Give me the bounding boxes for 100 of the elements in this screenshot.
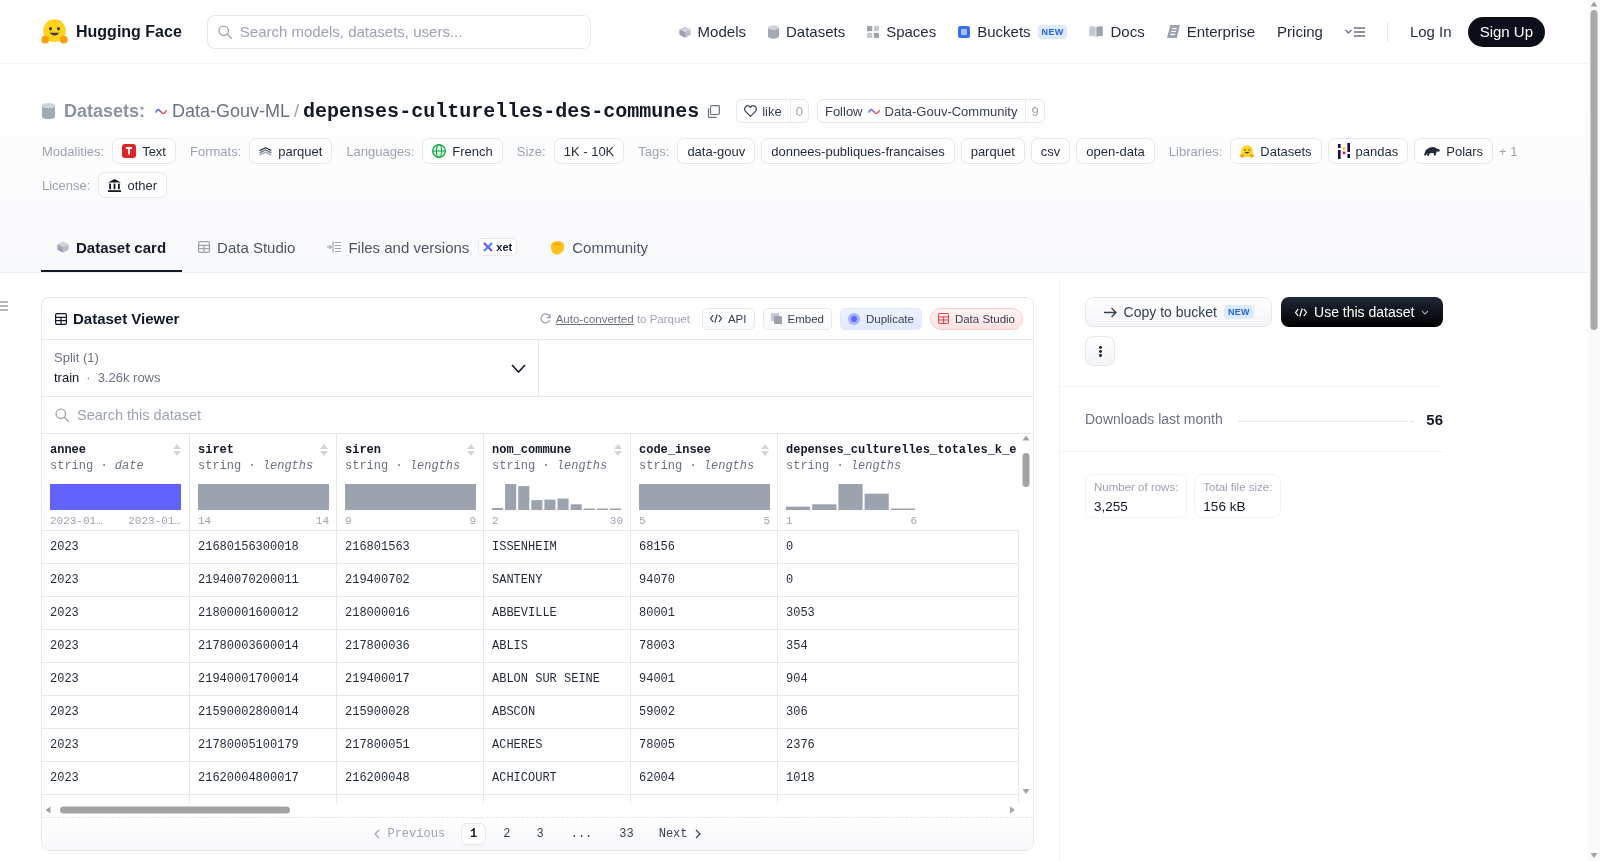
use-dataset-button[interactable]: Use this dataset bbox=[1281, 297, 1443, 327]
table-cell: 94070 bbox=[631, 564, 778, 597]
menu-icon[interactable] bbox=[0, 301, 8, 311]
caret-down-icon bbox=[1421, 309, 1430, 315]
tag-chip[interactable]: other bbox=[98, 172, 168, 198]
table-cell: ABLON SUR SEINE bbox=[484, 663, 631, 696]
owner-link[interactable]: Data-Gouv-ML bbox=[155, 100, 291, 122]
sort-icon[interactable] bbox=[614, 444, 622, 456]
tag-chip[interactable]: csv bbox=[1030, 138, 1071, 164]
tag-chip[interactable]: data-gouv bbox=[677, 138, 756, 164]
nav-link[interactable]: Models bbox=[678, 23, 746, 40]
viewer-action-button[interactable]: Embed bbox=[762, 307, 832, 330]
dataset-name-link[interactable]: depenses-culturelles-des-communes bbox=[303, 99, 700, 123]
column-header[interactable]: siren string · lengths 9 9 bbox=[337, 434, 484, 531]
table-cell: 21940070200011 bbox=[190, 564, 337, 597]
viewer-action-button[interactable]: API bbox=[701, 307, 755, 330]
nav-link[interactable]: Docs bbox=[1089, 23, 1145, 40]
table-cell: 2023 bbox=[42, 630, 190, 663]
follower-count: 9 bbox=[1025, 100, 1044, 122]
sort-icon[interactable] bbox=[761, 444, 769, 456]
menu-icon[interactable] bbox=[1344, 26, 1365, 37]
table-cell: 216200048 bbox=[337, 762, 484, 795]
copy-icon[interactable] bbox=[707, 104, 721, 118]
bars-icon bbox=[1337, 143, 1350, 159]
column-header[interactable]: nom_commune string · lengths 2 30 bbox=[484, 434, 631, 531]
signup-button[interactable]: Sign Up bbox=[1467, 16, 1545, 47]
tag-chip[interactable]: French bbox=[422, 138, 503, 164]
nav-link[interactable]: Spaces bbox=[867, 23, 937, 40]
path-separator: / bbox=[294, 100, 300, 122]
bear-icon bbox=[1424, 146, 1441, 156]
stat-label: Number of rows: bbox=[1094, 480, 1179, 495]
table-cell: 217800051 bbox=[337, 729, 484, 762]
section-label: Datasets: bbox=[64, 100, 146, 122]
viewer-title: Dataset Viewer bbox=[73, 310, 180, 327]
table-cell: 216801563 bbox=[337, 531, 484, 564]
table-cell: 219400702 bbox=[337, 564, 484, 597]
emoji-icon bbox=[549, 239, 566, 255]
arrow-right-icon bbox=[1103, 306, 1117, 318]
tag-chip[interactable]: 1K - 10K bbox=[553, 138, 625, 164]
tag-chip[interactable]: parquet bbox=[249, 138, 333, 164]
downloads-count: 56 bbox=[1426, 410, 1443, 428]
tab[interactable]: Community bbox=[533, 224, 665, 272]
table-cell: 2023 bbox=[42, 531, 190, 564]
tag-chip[interactable]: pandas bbox=[1327, 138, 1409, 164]
tab[interactable]: Files and versions xet bbox=[311, 224, 534, 272]
tab[interactable]: Data Studio bbox=[182, 224, 312, 272]
file-list-icon bbox=[327, 241, 342, 253]
page-button[interactable]: 2 bbox=[494, 823, 520, 845]
table-cell: 217800036 bbox=[337, 630, 484, 663]
table-cell: 59002 bbox=[631, 696, 778, 729]
sort-icon[interactable] bbox=[173, 444, 181, 456]
tag-chip[interactable]: open-data bbox=[1076, 138, 1155, 164]
stat-label: Total file size: bbox=[1203, 480, 1273, 495]
metadata-label: Modalities: bbox=[42, 143, 105, 159]
tag-chip[interactable]: parquet bbox=[960, 138, 1025, 164]
cube-icon bbox=[57, 241, 69, 253]
follow-button[interactable]: Follow Data-Gouv-Community 9 bbox=[816, 99, 1045, 123]
table-cell: 21620004800017 bbox=[190, 762, 337, 795]
table-cell: SANTENY bbox=[484, 564, 631, 597]
table-icon bbox=[937, 313, 949, 324]
circle-icon bbox=[847, 312, 860, 325]
next-page-button[interactable]: Next bbox=[650, 827, 709, 841]
globe-icon bbox=[432, 144, 447, 158]
sort-icon[interactable] bbox=[467, 444, 475, 456]
nav-link[interactable]: Buckets NEW bbox=[958, 23, 1068, 40]
like-button[interactable]: like 0 bbox=[736, 99, 809, 123]
nav-link[interactable]: Pricing bbox=[1277, 23, 1323, 40]
chevron-left-icon bbox=[374, 829, 381, 839]
page-button[interactable]: 3 bbox=[527, 823, 553, 845]
viewer-action-button[interactable]: Duplicate bbox=[839, 307, 922, 330]
brand-link[interactable]: Hugging Face bbox=[41, 19, 182, 44]
x-mark-icon bbox=[483, 242, 494, 252]
search-field[interactable]: Search models, datasets, users... bbox=[206, 14, 591, 49]
tag-chip[interactable]: Text bbox=[112, 138, 176, 164]
code-icon bbox=[709, 314, 722, 323]
table-cell: 78003 bbox=[631, 630, 778, 663]
book-icon bbox=[1089, 26, 1104, 37]
nav-link[interactable]: Datasets bbox=[767, 23, 846, 40]
sort-icon[interactable] bbox=[320, 444, 328, 456]
nav-link[interactable]: Enterprise bbox=[1166, 23, 1256, 40]
auto-converted-link[interactable]: Auto-converted bbox=[555, 312, 634, 325]
new-badge: NEW bbox=[1223, 305, 1254, 319]
viewer-action-button[interactable]: Data Studio bbox=[929, 307, 1023, 330]
page-button[interactable]: 33 bbox=[610, 823, 643, 845]
more-options-button[interactable] bbox=[1085, 336, 1115, 366]
tag-chip[interactable]: Datasets bbox=[1230, 138, 1322, 164]
metadata-label: Languages: bbox=[346, 143, 415, 159]
tag-chip[interactable]: Polars bbox=[1414, 138, 1494, 164]
login-link[interactable]: Log In bbox=[1409, 23, 1452, 40]
page-button[interactable]: 1 bbox=[461, 823, 487, 845]
column-header[interactable]: siret string · lengths 14 14 bbox=[190, 434, 337, 531]
tab[interactable]: Dataset card bbox=[41, 224, 183, 272]
column-header[interactable]: code_insee string · lengths 5 5 bbox=[631, 434, 778, 531]
layers-icon bbox=[259, 146, 273, 156]
page-gap: ... bbox=[569, 827, 594, 841]
copy-to-bucket-button[interactable]: Copy to bucket NEW bbox=[1085, 297, 1273, 327]
tag-chip[interactable]: donnees-publiques-francaises bbox=[761, 138, 955, 164]
chevron-right-icon bbox=[694, 829, 701, 839]
column-header[interactable]: annee string · date 2023-01… 2023-01… bbox=[42, 434, 190, 531]
wave-logo-icon bbox=[155, 107, 168, 115]
